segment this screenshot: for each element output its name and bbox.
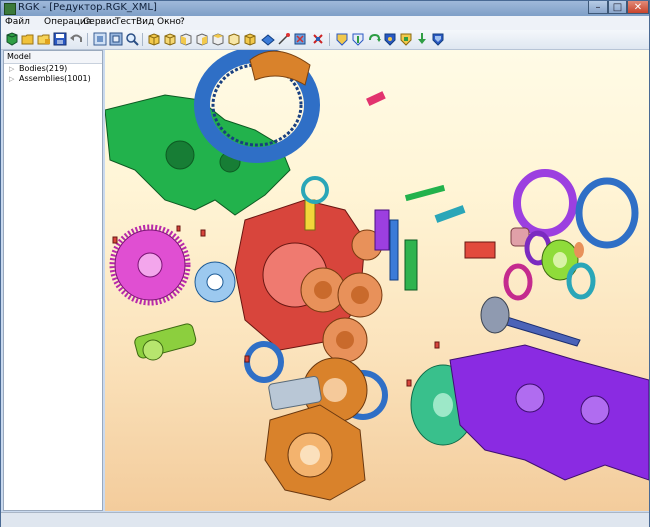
- green-shaft-part: [134, 323, 197, 359]
- orange-ring: [574, 242, 584, 258]
- close-button[interactable]: ✕: [627, 1, 649, 14]
- toolbar-separator: [329, 33, 330, 46]
- menu-file[interactable]: Файл: [5, 17, 30, 27]
- teal-ring: [301, 176, 329, 204]
- zoom-icon[interactable]: [125, 32, 139, 46]
- view-front-icon[interactable]: [147, 32, 161, 46]
- magenta-ring: [503, 263, 533, 301]
- yellow-part: [304, 199, 316, 231]
- view-iso-icon[interactable]: [243, 32, 257, 46]
- red-block-part: [464, 241, 496, 259]
- menu-bar: Файл Операция Сервис Тест Вид Окно ?: [1, 16, 649, 31]
- toolbar: [1, 30, 649, 50]
- bevel-pinion: [480, 296, 510, 334]
- view-fit-icon[interactable]: [109, 32, 123, 46]
- new-body-icon[interactable]: [5, 32, 19, 46]
- title-bar[interactable]: RGK - [Редуктор.RGK_XML] – □ ✕: [1, 1, 649, 16]
- menu-window[interactable]: Окно: [157, 17, 181, 27]
- fillet-icon[interactable]: [383, 32, 397, 46]
- model-panel: Model ▷ Bodies(219) ▷ Assemblies(1001): [3, 50, 103, 511]
- tree-item-assemblies[interactable]: ▷ Assemblies(1001): [4, 74, 102, 84]
- blue-part: [389, 219, 399, 281]
- chamfer-icon[interactable]: [399, 32, 413, 46]
- purple-part: [374, 209, 390, 251]
- open-folder-icon[interactable]: [21, 32, 35, 46]
- toolbar-separator: [87, 33, 88, 46]
- green-bolt-part: [404, 184, 446, 202]
- toolbar-separator: [142, 33, 143, 46]
- menu-help[interactable]: ?: [180, 17, 185, 27]
- teal-ring: [566, 262, 596, 300]
- maximize-button[interactable]: □: [608, 1, 627, 14]
- extrude-icon[interactable]: [415, 32, 429, 46]
- minimize-button[interactable]: –: [588, 1, 608, 14]
- tree-item-label: Bodies(219): [19, 64, 68, 73]
- menu-service[interactable]: Сервис: [83, 17, 117, 27]
- blue-ring: [575, 177, 639, 249]
- undo-icon[interactable]: [69, 32, 83, 46]
- pink-bracket-part: [366, 91, 386, 107]
- orange-ring-part: [249, 50, 311, 86]
- view-top-icon[interactable]: [211, 32, 225, 46]
- expand-arrow-icon[interactable]: ▷: [9, 74, 14, 84]
- menu-test[interactable]: Тест: [115, 17, 136, 27]
- app-window: RGK - [Редуктор.RGK_XML] – □ ✕ Файл Опер…: [0, 0, 650, 527]
- green-part: [404, 239, 418, 291]
- purple-ring: [513, 169, 577, 237]
- boolean-union-icon[interactable]: [335, 32, 349, 46]
- teal-shaft-part: [434, 205, 466, 223]
- save-icon[interactable]: [53, 32, 67, 46]
- tree-item-label: Assemblies(1001): [19, 74, 91, 83]
- expand-arrow-icon[interactable]: ▷: [9, 64, 14, 74]
- transform-icon[interactable]: [293, 32, 307, 46]
- measure-icon[interactable]: [277, 32, 291, 46]
- blue-ring: [244, 341, 284, 383]
- app-icon: [4, 3, 16, 15]
- boolean-cut-icon[interactable]: [351, 32, 365, 46]
- view-right-icon[interactable]: [195, 32, 209, 46]
- open-folder-alt-icon[interactable]: [37, 32, 51, 46]
- rotate-icon[interactable]: [367, 32, 381, 46]
- model-panel-header: Model: [4, 51, 102, 64]
- menu-view[interactable]: Вид: [136, 17, 154, 27]
- window-title: RGK - [Редуктор.RGK_XML]: [18, 2, 157, 13]
- view-left-icon[interactable]: [179, 32, 193, 46]
- view-bottom-icon[interactable]: [227, 32, 241, 46]
- view-shaded-icon[interactable]: [93, 32, 107, 46]
- transform-red-icon[interactable]: [311, 32, 325, 46]
- exploded-gearbox-model: [105, 50, 649, 501]
- section-icon[interactable]: [261, 32, 275, 46]
- 3d-viewport[interactable]: [105, 50, 649, 511]
- view-back-icon[interactable]: [163, 32, 177, 46]
- status-bar: [1, 512, 649, 527]
- tree-item-bodies[interactable]: ▷ Bodies(219): [4, 64, 102, 74]
- purple-housing-part: [449, 344, 649, 481]
- shell-icon[interactable]: [431, 32, 445, 46]
